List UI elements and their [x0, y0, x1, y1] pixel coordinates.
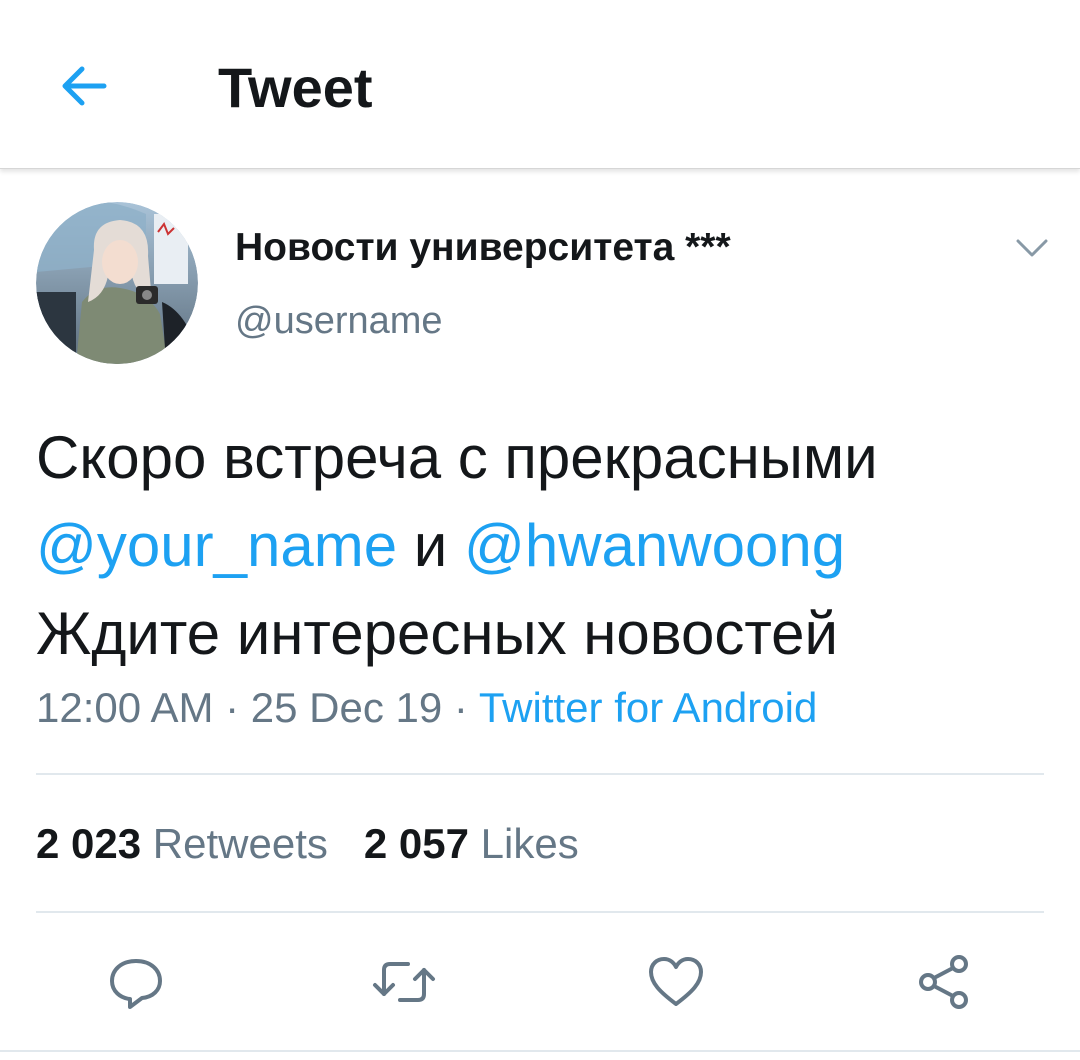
tweet-time: 12:00 AM [36, 684, 214, 731]
arrow-left-icon [62, 66, 107, 106]
share-button[interactable] [912, 950, 976, 1014]
tweet-stats: 2 023 Retweets 2 057 Likes [36, 820, 579, 868]
divider [36, 911, 1044, 913]
retweets-label: Retweets [152, 820, 328, 867]
tweet-menu-button[interactable] [1010, 228, 1054, 268]
tweet-line-3: Ждите интересных новостей [36, 600, 839, 667]
like-button[interactable] [644, 950, 708, 1014]
tweet-line-2: @your_name и @hwanwoong [36, 502, 1046, 590]
avatar-photo [36, 202, 198, 364]
reply-button[interactable] [104, 950, 168, 1014]
page-title: Tweet [218, 56, 373, 119]
mention-link-hwanwoong[interactable]: @hwanwoong [464, 512, 845, 579]
retweet-icon [373, 962, 435, 1002]
retweets-stat[interactable]: 2 023 Retweets [36, 820, 328, 868]
divider [36, 773, 1044, 775]
chevron-down-icon [1016, 239, 1048, 257]
bottom-divider [0, 1050, 1080, 1052]
tweet-date: 25 Dec 19 [250, 684, 443, 731]
tweet-meta: 12:00 AM · 25 Dec 19 · Twitter for Andro… [36, 684, 817, 732]
retweet-button[interactable] [372, 950, 436, 1014]
likes-count: 2 057 [363, 820, 469, 867]
tweet-source-link[interactable]: Twitter for Android [479, 684, 817, 731]
likes-stat[interactable]: 2 057 Likes [364, 820, 579, 868]
tweet-conjunction: и [397, 512, 464, 579]
reply-icon [110, 959, 162, 1009]
avatar[interactable] [36, 202, 198, 364]
back-button[interactable] [52, 54, 116, 118]
heart-icon [649, 957, 703, 1006]
author-display-name[interactable]: Новости университета *** [235, 224, 731, 272]
mention-link-your-name[interactable]: @your_name [36, 512, 397, 579]
app-header: Tweet [0, 0, 1080, 169]
likes-label: Likes [480, 820, 579, 867]
tweet-line-1: Скоро встреча с прекрасными [36, 424, 878, 491]
meta-separator: · [213, 684, 251, 731]
retweets-count: 2 023 [36, 820, 142, 867]
tweet-text: Скоро встреча с прекрасными @your_name и… [36, 414, 1046, 678]
meta-separator: · [442, 684, 479, 731]
share-icon [919, 955, 968, 1009]
author-handle[interactable]: @username [235, 298, 443, 344]
